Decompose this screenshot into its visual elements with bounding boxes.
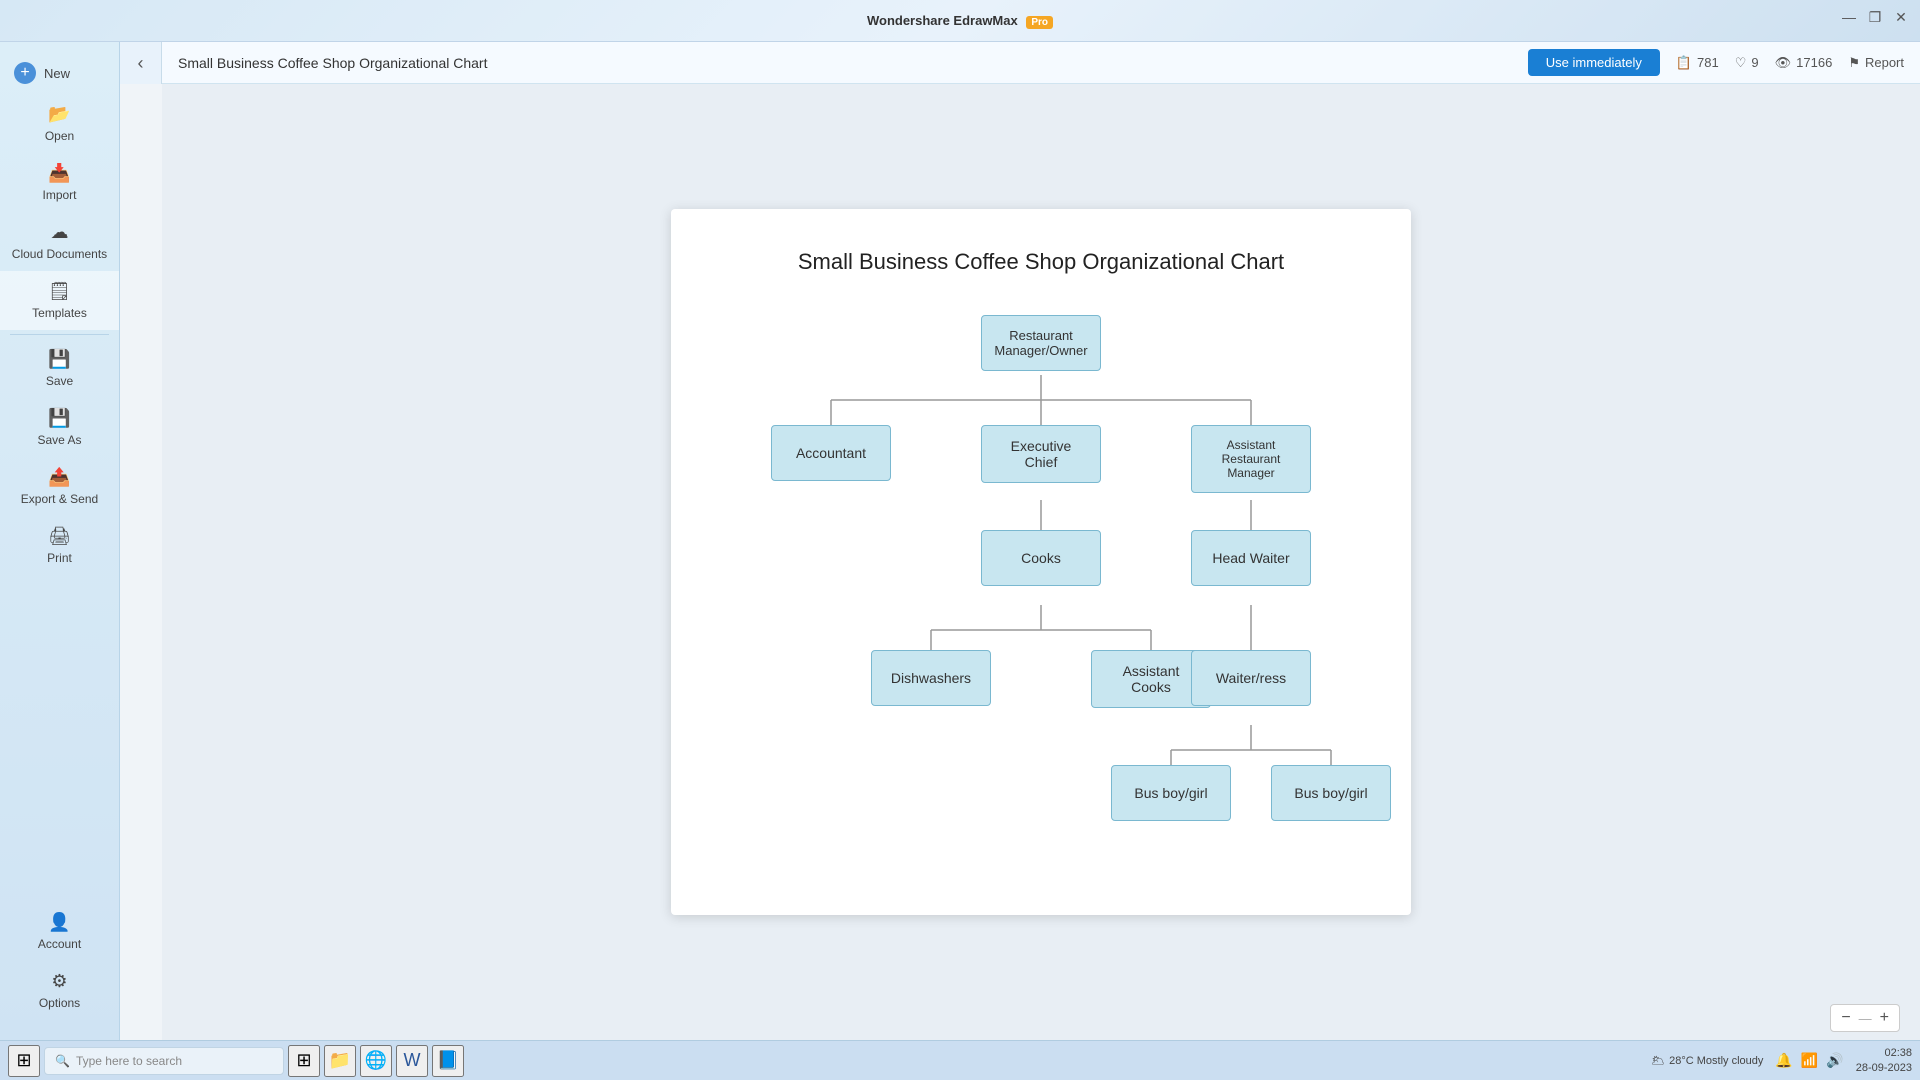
- copies-stat: 📋 781: [1676, 55, 1719, 71]
- weather-display: 🌥 28°C Mostly cloudy: [1651, 1054, 1763, 1067]
- org-chart: Restaurant Manager/Owner Accountant Exec…: [731, 305, 1351, 865]
- report-icon: ⚑: [1848, 55, 1860, 71]
- likes-stat: ♡ 9: [1735, 55, 1759, 71]
- copies-count: 781: [1697, 55, 1719, 70]
- sidebar-item-account-label: Account: [38, 937, 81, 951]
- network-icon: 📶: [1801, 1052, 1818, 1069]
- word-button[interactable]: W: [396, 1045, 428, 1077]
- clock: 02:38 28-09-2023: [1856, 1046, 1912, 1075]
- search-icon: 🔍: [55, 1054, 70, 1068]
- zoom-in-button[interactable]: +: [1880, 1009, 1889, 1027]
- report-button[interactable]: ⚑ Report: [1848, 55, 1904, 71]
- sidebar-item-import[interactable]: 📥 Import: [0, 153, 119, 212]
- page-title: Small Business Coffee Shop Organizationa…: [178, 55, 1512, 71]
- sidebar-item-account[interactable]: 👤 Account: [0, 902, 119, 961]
- notification-icon: 🔔: [1775, 1052, 1792, 1069]
- sidebar-item-save-label: Save: [46, 374, 73, 388]
- time-display: 02:38: [1856, 1046, 1912, 1060]
- node-head-waiter: Head Waiter: [1191, 530, 1311, 586]
- node-asst-manager: Assistant Restaurant Manager: [1191, 425, 1311, 493]
- saveas-icon: 💾: [48, 408, 70, 429]
- account-icon: 👤: [48, 912, 70, 933]
- sidebar: + New 📂 Open 📥 Import ☁ Cloud Documents …: [0, 42, 120, 1040]
- window-controls: — ❐ ✕: [1840, 8, 1910, 26]
- app-name: Wondershare EdrawMax Pro: [867, 13, 1053, 28]
- report-label: Report: [1865, 55, 1904, 70]
- sidebar-item-templates-label: Templates: [32, 306, 87, 320]
- copies-icon: 📋: [1676, 55, 1692, 71]
- taskbar-search[interactable]: 🔍 Type here to search: [44, 1047, 284, 1075]
- sidebar-item-save[interactable]: 💾 Save: [0, 339, 119, 398]
- node-busboy-2: Bus boy/girl: [1271, 765, 1391, 821]
- sidebar-item-options[interactable]: ⚙ Options: [0, 961, 119, 1020]
- zoom-line: —: [1859, 1011, 1872, 1026]
- likes-icon: ♡: [1735, 55, 1747, 71]
- node-cooks: Cooks: [981, 530, 1101, 586]
- search-placeholder: Type here to search: [76, 1054, 182, 1068]
- sidebar-item-cloud-label: Cloud Documents: [12, 247, 107, 261]
- node-busboy-1: Bus boy/girl: [1111, 765, 1231, 821]
- use-immediately-button[interactable]: Use immediately: [1528, 49, 1660, 76]
- node-exec-chief: Executive Chief: [981, 425, 1101, 483]
- date-display: 28-09-2023: [1856, 1061, 1912, 1075]
- import-icon: 📥: [48, 163, 70, 184]
- options-icon: ⚙: [51, 971, 67, 992]
- file-explorer-button[interactable]: 📁: [324, 1045, 356, 1077]
- sidebar-item-export[interactable]: 📤 Export & Send: [0, 457, 119, 516]
- header-bar: Small Business Coffee Shop Organizationa…: [162, 42, 1920, 84]
- sidebar-item-print[interactable]: 🖨 Print: [0, 516, 119, 575]
- templates-icon: 🗒: [48, 281, 71, 302]
- minimize-button[interactable]: —: [1840, 8, 1858, 26]
- close-button[interactable]: ✕: [1892, 8, 1910, 26]
- edge-button[interactable]: 🌐: [360, 1045, 392, 1077]
- sidebar-item-cloud[interactable]: ☁ Cloud Documents: [0, 212, 119, 271]
- views-stat: 👁 17166: [1775, 55, 1833, 71]
- start-button[interactable]: ⊞: [8, 1045, 40, 1077]
- sidebar-item-new[interactable]: + New: [0, 52, 119, 94]
- taskbar-right: 🌥 28°C Mostly cloudy 🔔 📶 🔊 02:38 28-09-2…: [1651, 1046, 1912, 1075]
- edrawmax-button[interactable]: 📘: [432, 1045, 464, 1077]
- sidebar-item-open-label: Open: [45, 129, 74, 143]
- node-accountant: Accountant: [771, 425, 891, 481]
- weather-text: 28°C Mostly cloudy: [1669, 1055, 1763, 1067]
- print-icon: 🖨: [48, 526, 71, 547]
- sidebar-item-templates[interactable]: 🗒 Templates: [0, 271, 119, 330]
- node-waiteress: Waiter/ress: [1191, 650, 1311, 706]
- zoom-out-button[interactable]: −: [1841, 1009, 1850, 1027]
- pro-badge: Pro: [1026, 16, 1053, 29]
- sidebar-item-saveas[interactable]: 💾 Save As: [0, 398, 119, 457]
- volume-icon: 🔊: [1826, 1052, 1843, 1069]
- views-count: 17166: [1796, 55, 1832, 70]
- taskbar: ⊞ 🔍 Type here to search ⊞ 📁 🌐 W 📘 🌥 28°C…: [0, 1040, 1920, 1080]
- new-plus-icon: +: [14, 62, 36, 84]
- sidebar-bottom: 👤 Account ⚙ Options: [0, 902, 119, 1020]
- chart-title: Small Business Coffee Shop Organizationa…: [731, 249, 1351, 275]
- sidebar-item-saveas-label: Save As: [37, 433, 81, 447]
- weather-icon: 🌥: [1651, 1054, 1665, 1067]
- node-dishwashers: Dishwashers: [871, 650, 991, 706]
- open-icon: 📂: [48, 104, 70, 125]
- sidebar-divider: [10, 334, 109, 335]
- sidebar-item-import-label: Import: [42, 188, 76, 202]
- save-icon: 💾: [48, 349, 70, 370]
- views-icon: 👁: [1775, 55, 1792, 71]
- sidebar-item-open[interactable]: 📂 Open: [0, 94, 119, 153]
- main-content: Small Business Coffee Shop Organizationa…: [162, 84, 1920, 1040]
- export-icon: 📤: [48, 467, 70, 488]
- sidebar-item-new-label: New: [44, 66, 70, 81]
- maximize-button[interactable]: ❐: [1866, 8, 1884, 26]
- zoom-bar: − — +: [1830, 1004, 1900, 1032]
- header-actions: Use immediately 📋 781 ♡ 9 👁 17166 ⚑ Repo…: [1528, 49, 1904, 76]
- back-button[interactable]: ‹: [120, 42, 162, 84]
- likes-count: 9: [1751, 55, 1758, 70]
- cloud-icon: ☁: [51, 222, 69, 243]
- sidebar-item-export-label: Export & Send: [21, 492, 98, 506]
- tray-icons: 🔔 📶 🔊: [1775, 1052, 1843, 1069]
- task-manager-button[interactable]: ⊞: [288, 1045, 320, 1077]
- sidebar-item-print-label: Print: [47, 551, 72, 565]
- node-root: Restaurant Manager/Owner: [981, 315, 1101, 371]
- sidebar-item-options-label: Options: [39, 996, 80, 1010]
- title-bar: Wondershare EdrawMax Pro — ❐ ✕: [0, 0, 1920, 42]
- chart-container: Small Business Coffee Shop Organizationa…: [671, 209, 1411, 915]
